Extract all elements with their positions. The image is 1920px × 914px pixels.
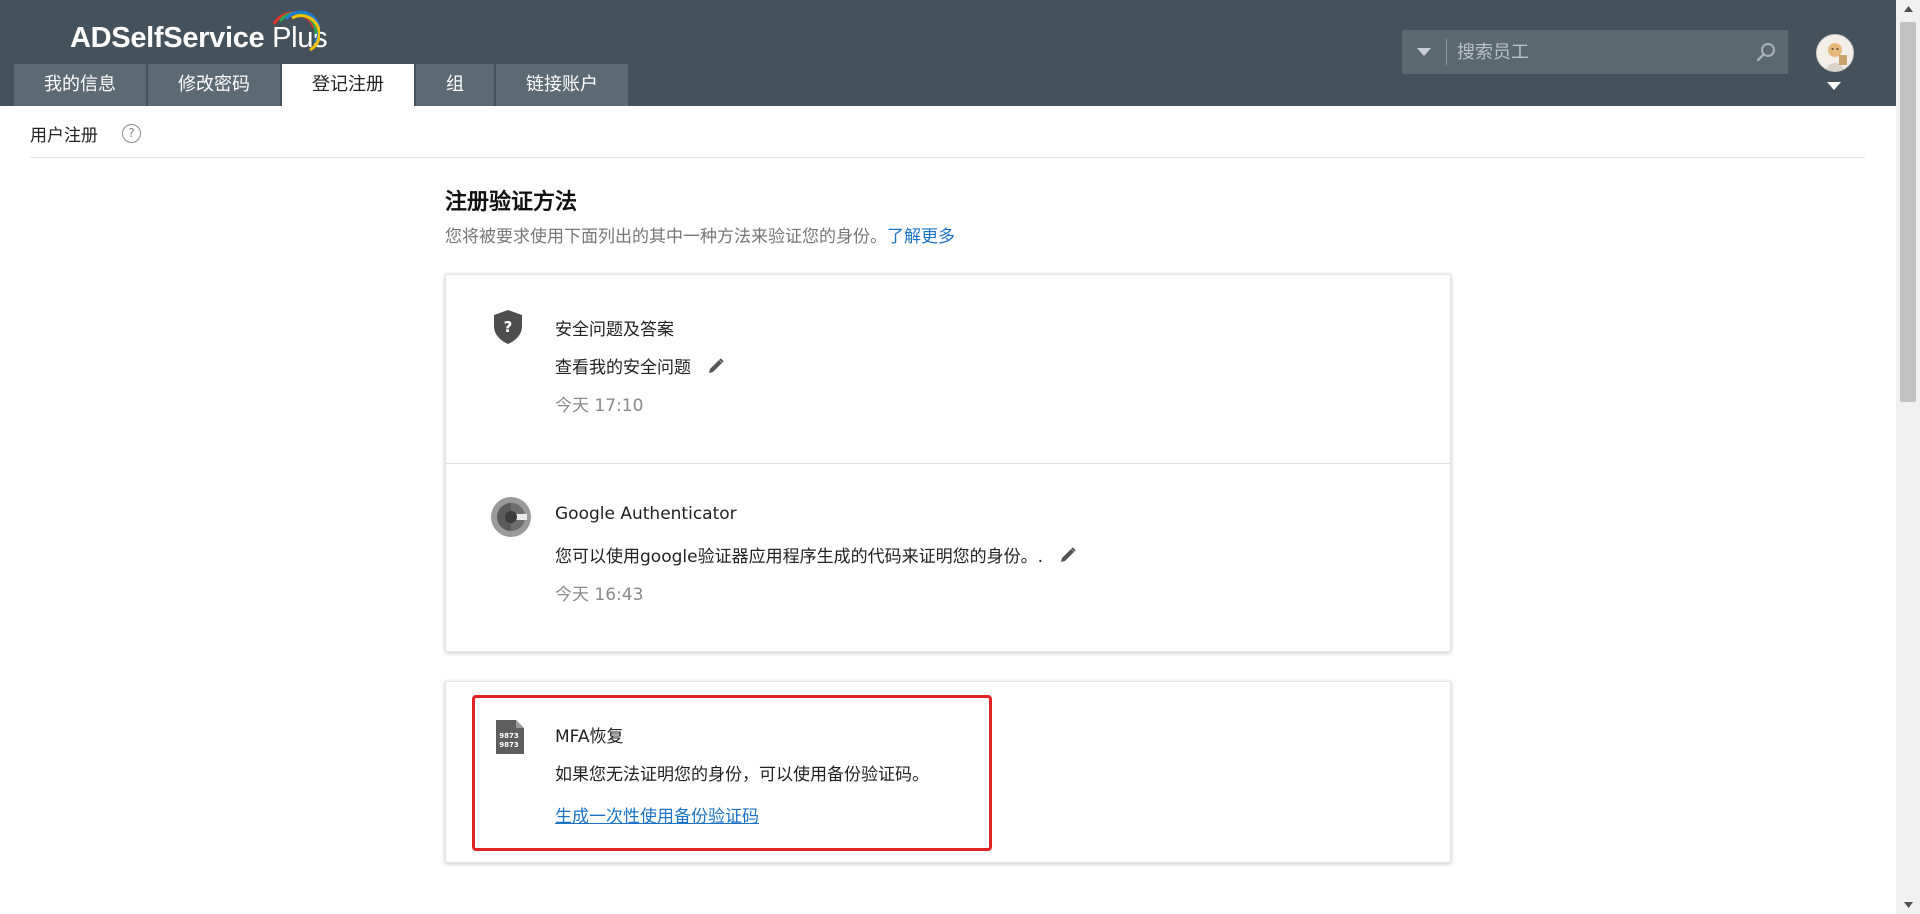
account-menu-caret-icon[interactable] — [1827, 82, 1841, 90]
method-security-questions: ? 安全问题及答案 查看我的安全问题 今天 17:10 — [446, 275, 1450, 463]
section-title: 注册验证方法 — [445, 190, 578, 215]
scroll-down-arrow-icon[interactable] — [1896, 896, 1920, 914]
edit-pencil-icon[interactable] — [1059, 546, 1077, 564]
view-security-questions-link[interactable]: 查看我的安全问题 — [555, 353, 691, 378]
tab-enrollment[interactable]: 登记注册 — [282, 64, 414, 106]
scrollbar-thumb[interactable] — [1900, 22, 1916, 402]
google-authenticator-icon — [491, 497, 531, 537]
description-text: 您将被要求使用下面列出的其中一种方法来验证您的身份。 — [445, 227, 887, 247]
search-input[interactable] — [1447, 29, 1744, 75]
shield-question-icon: ? — [494, 310, 522, 344]
method-timestamp: 今天 17:10 — [555, 396, 644, 416]
app-logo[interactable]: ADSelfService Plus — [70, 10, 328, 58]
method-description: 您可以使用google验证器应用程序生成的代码来证明您的身份。. — [555, 542, 1077, 567]
page-scrollbar[interactable] — [1896, 0, 1920, 914]
avatar-image-icon — [1817, 35, 1853, 71]
annotation-highlight-box — [472, 695, 992, 851]
help-icon[interactable]: ? — [122, 123, 141, 143]
tab-my-info[interactable]: 我的信息 — [14, 64, 146, 106]
enrolled-methods-card: ? 安全问题及答案 查看我的安全问题 今天 17:10 Google Authe… — [445, 274, 1451, 652]
tab-change-password[interactable]: 修改密码 — [148, 64, 280, 106]
search-filter-dropdown[interactable] — [1402, 30, 1446, 74]
method-timestamp: 今天 16:43 — [555, 585, 644, 605]
top-header: ADSelfService Plus 我的信息 修改密码 登记注册 组 链接账户 — [0, 0, 1896, 106]
employee-search — [1402, 29, 1788, 75]
scroll-up-arrow-icon[interactable] — [1896, 0, 1920, 18]
caret-down-icon — [1417, 48, 1431, 56]
method-description: 查看我的安全问题 — [555, 353, 725, 378]
authenticator-description: 您可以使用google验证器应用程序生成的代码来证明您的身份。. — [555, 547, 1043, 567]
edit-pencil-icon[interactable] — [707, 357, 725, 375]
page-breadcrumb: 用户注册 ? — [30, 118, 141, 148]
svg-text:?: ? — [504, 318, 513, 336]
method-google-authenticator: Google Authenticator 您可以使用google验证器应用程序生… — [446, 464, 1450, 651]
search-button[interactable] — [1744, 30, 1788, 74]
learn-more-link[interactable]: 了解更多 — [887, 227, 955, 247]
logo-main-text: ADSelfService — [70, 22, 265, 54]
user-avatar[interactable] — [1816, 34, 1854, 72]
search-icon — [1756, 43, 1775, 62]
header-divider — [30, 157, 1865, 158]
logo-arc-icon — [272, 10, 320, 52]
section-description: 您将被要求使用下面列出的其中一种方法来验证您的身份。了解更多 — [445, 222, 955, 247]
method-title: Google Authenticator — [555, 504, 737, 524]
page-title: 用户注册 — [30, 125, 98, 146]
main-tabs: 我的信息 修改密码 登记注册 组 链接账户 — [14, 64, 630, 106]
tab-linked-accounts[interactable]: 链接账户 — [496, 64, 628, 106]
method-title: 安全问题及答案 — [555, 320, 674, 340]
tab-groups[interactable]: 组 — [416, 64, 494, 106]
